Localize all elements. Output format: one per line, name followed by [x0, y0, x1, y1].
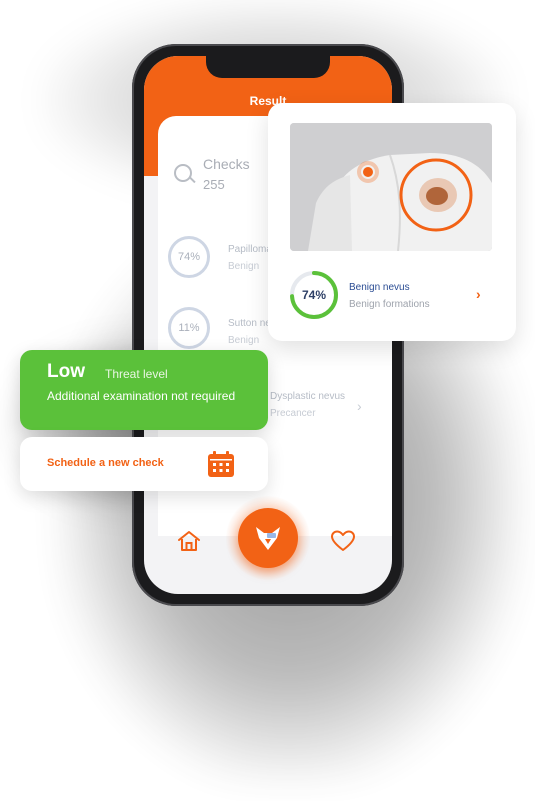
diagnosis-title: Benign nevus: [349, 282, 410, 293]
row-subtitle: Benign: [228, 335, 260, 346]
chevron-right-icon[interactable]: ›: [357, 398, 362, 414]
diagnosis-category: Benign formations: [349, 299, 430, 310]
search-icon[interactable]: [174, 164, 192, 182]
back-model-illustration: [290, 123, 492, 251]
checks-label: Checks: [203, 156, 250, 172]
scan-button[interactable]: [238, 508, 298, 568]
chevron-right-icon[interactable]: ›: [476, 286, 481, 302]
tab-bar: [144, 496, 392, 594]
threat-level-card: Low Threat level Additional examination …: [20, 350, 268, 430]
result-card[interactable]: 74% Benign nevus Benign formations ›: [268, 103, 516, 341]
row-subtitle: Benign: [228, 261, 260, 272]
checks-count: 255: [203, 177, 225, 192]
threat-level-value: Low: [47, 361, 85, 382]
fox-logo-icon: [256, 527, 280, 550]
heart-icon[interactable]: [330, 528, 356, 554]
row-title[interactable]: Papilloma: [228, 244, 272, 255]
schedule-check-button[interactable]: Schedule a new check: [20, 437, 268, 491]
threat-level-label: Threat level: [105, 367, 168, 381]
row-title[interactable]: Dysplastic nevus: [270, 391, 345, 402]
confidence-percent: 74%: [301, 288, 327, 302]
skin-scan-image: [290, 123, 492, 251]
schedule-check-label: Schedule a new check: [47, 457, 164, 469]
row-subtitle: Precancer: [270, 408, 316, 419]
calendar-icon: [208, 451, 234, 477]
phone-notch: [206, 56, 330, 78]
row-percent-ring: 74%: [168, 236, 210, 278]
row-percent-ring: 11%: [168, 307, 210, 349]
threat-level-note: Additional examination not required: [47, 389, 236, 403]
home-icon[interactable]: [176, 528, 202, 554]
